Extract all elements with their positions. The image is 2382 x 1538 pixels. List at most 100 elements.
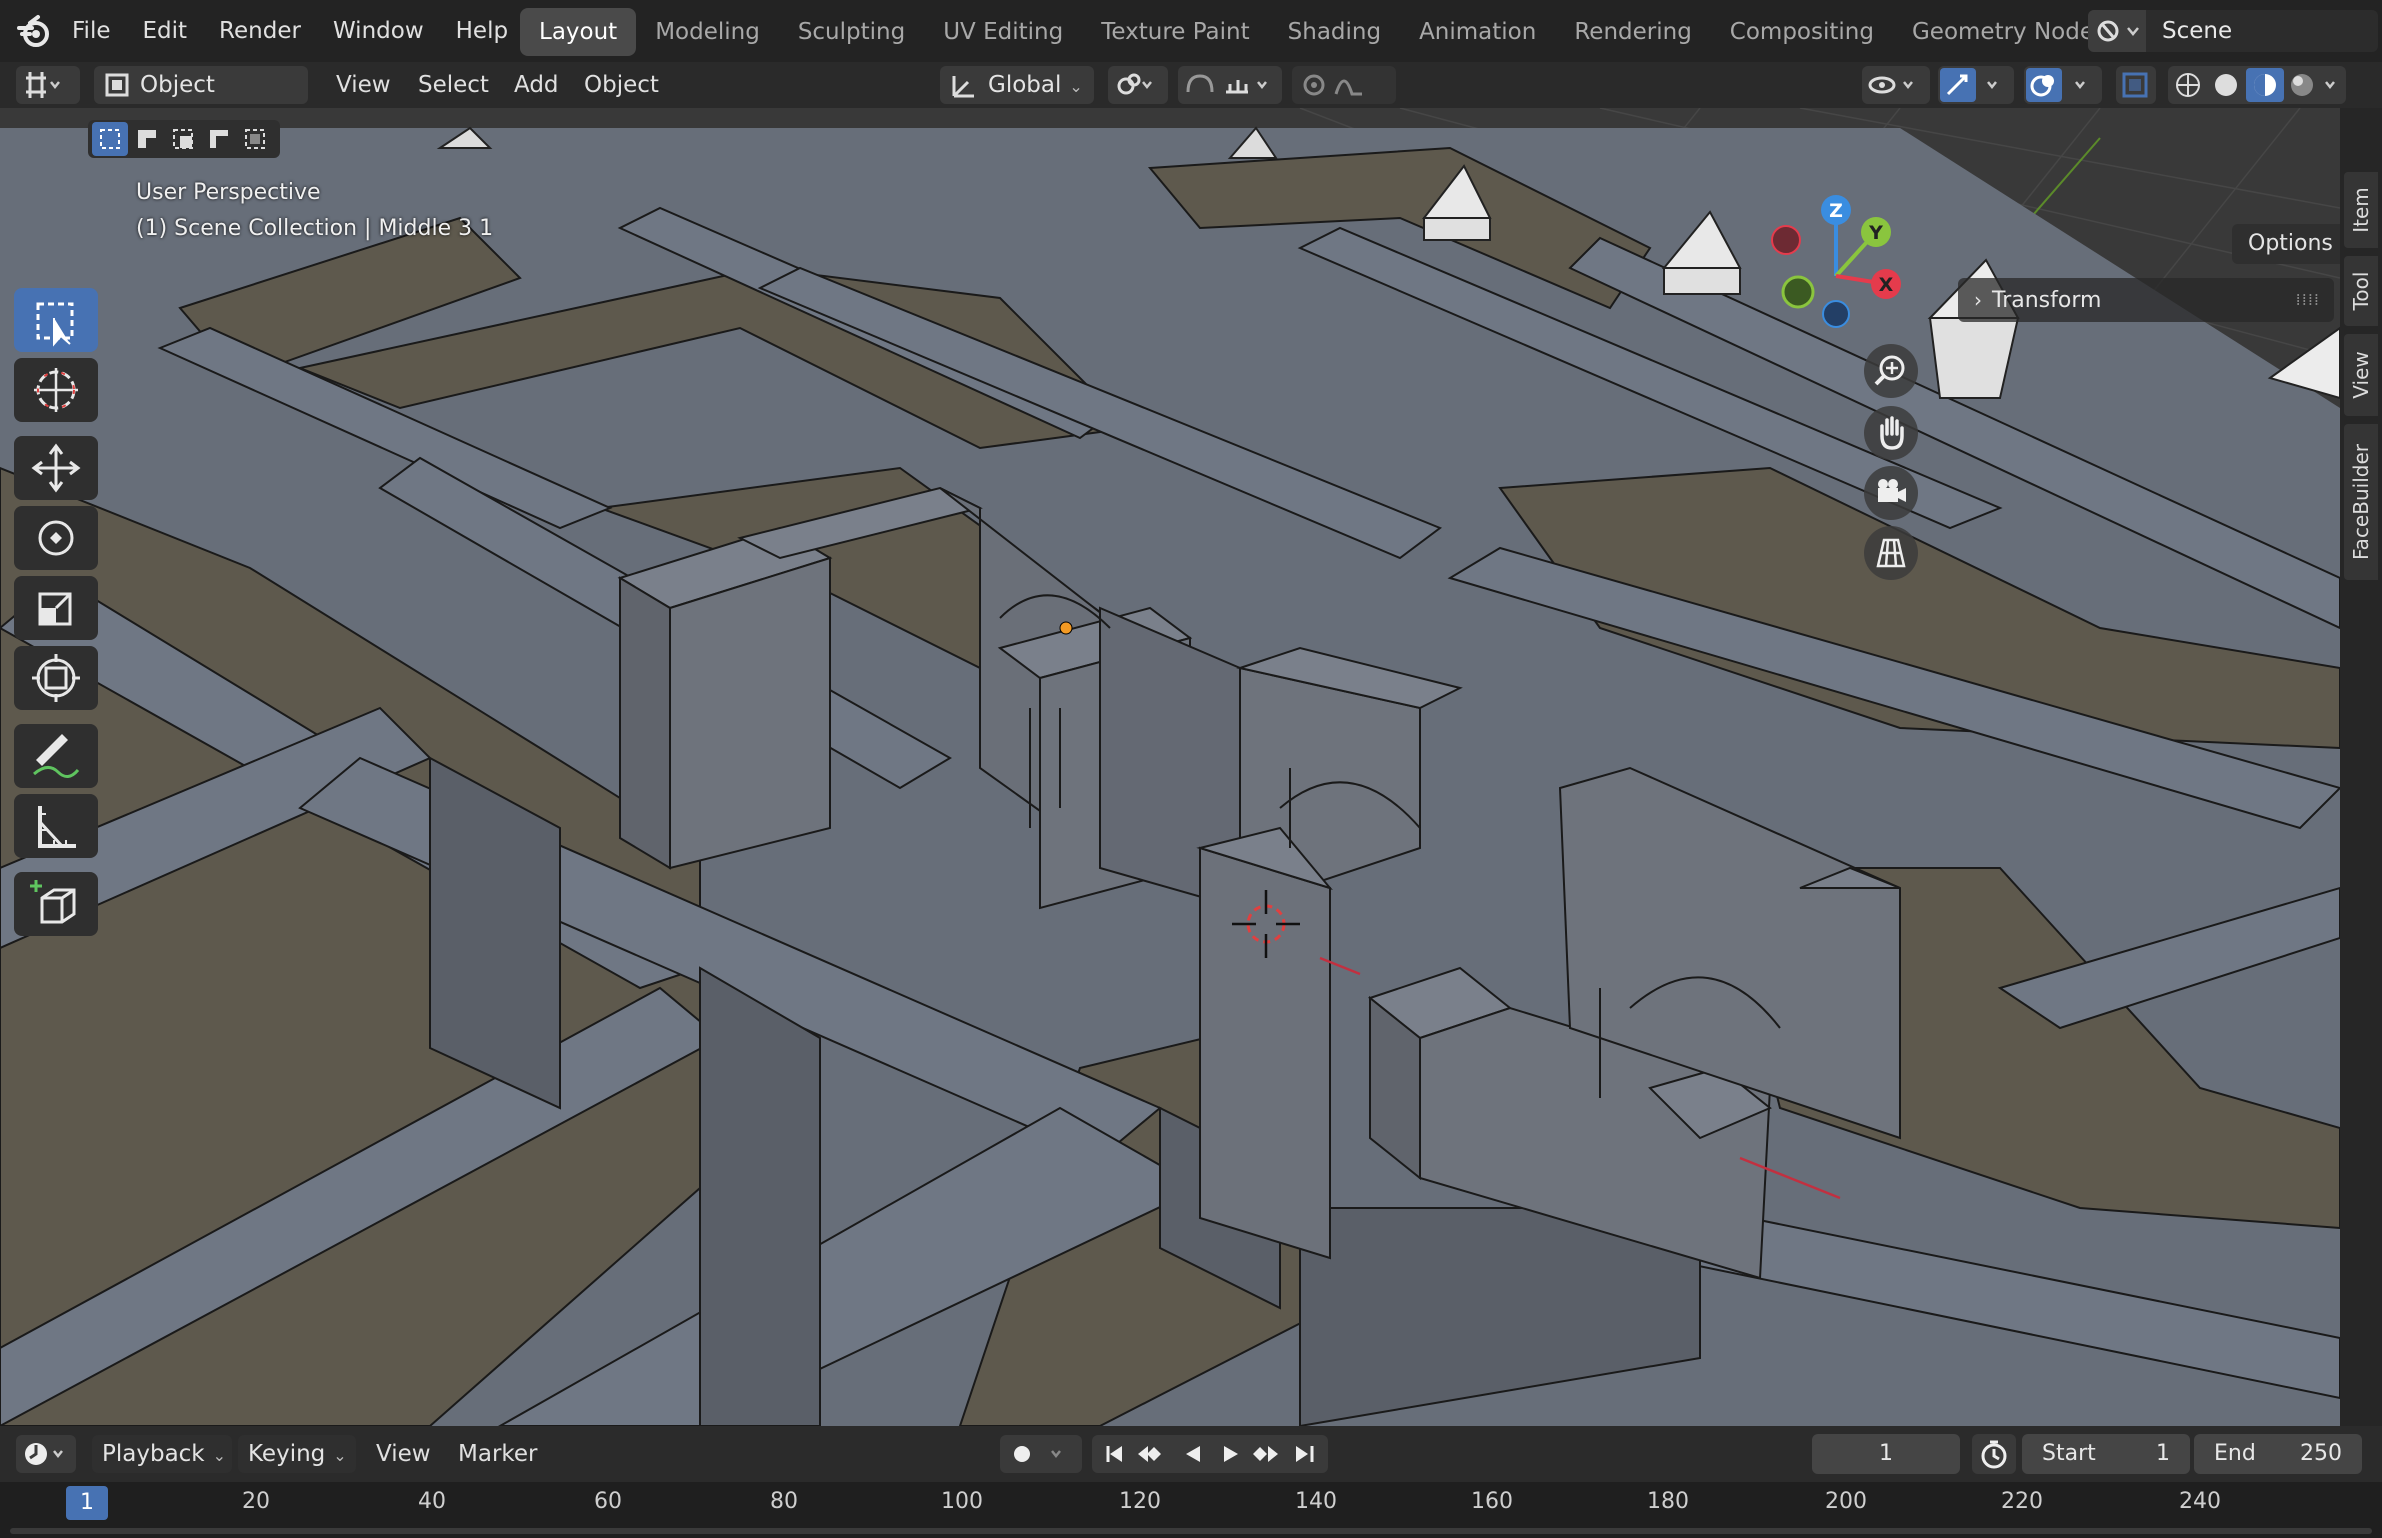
jump-start-icon[interactable]: [1106, 1446, 1122, 1462]
viewport-header: Object Mode⌄ View Select Add Object Glob…: [0, 62, 2382, 136]
prev-keyframe-icon[interactable]: [1138, 1446, 1172, 1462]
sidebar-tab-item[interactable]: Item: [2344, 172, 2378, 248]
next-keyframe-icon[interactable]: [1253, 1446, 1278, 1462]
snap-controls[interactable]: [1178, 66, 1282, 104]
menu-file[interactable]: File: [56, 18, 127, 44]
add-cube-icon: [30, 880, 76, 924]
zoom-button[interactable]: [1864, 344, 1918, 398]
hand-icon: [1880, 416, 1904, 450]
blender-logo-icon[interactable]: [16, 14, 52, 50]
tab-animation[interactable]: Animation: [1400, 8, 1555, 56]
tab-compositing[interactable]: Compositing: [1711, 8, 1893, 56]
sidebar-tab-facebuilder[interactable]: FaceBuilder: [2344, 424, 2378, 580]
menu-window[interactable]: Window: [317, 18, 440, 44]
eye-icon: [1868, 76, 1913, 94]
ruler-tick: 40: [418, 1489, 446, 1514]
menu-render[interactable]: Render: [203, 18, 317, 44]
tab-modeling[interactable]: Modeling: [636, 8, 779, 56]
timeline-scrollbar[interactable]: [10, 1528, 2372, 1534]
menu-help[interactable]: Help: [440, 18, 524, 44]
drag-handle-icon[interactable]: ⁞⁞⁞⁞: [2296, 278, 2320, 322]
timeline-editor-type[interactable]: [16, 1435, 76, 1473]
editor-type-dropdown[interactable]: [16, 66, 80, 104]
tab-uv-editing[interactable]: UV Editing: [924, 8, 1082, 56]
sidebar-tab-view[interactable]: View: [2344, 334, 2378, 416]
shading-mode-buttons[interactable]: [2168, 66, 2346, 104]
add-cube-tool[interactable]: [14, 872, 98, 936]
scene-icon[interactable]: [2088, 10, 2146, 52]
playback-menu[interactable]: Playback ⌄: [92, 1435, 232, 1473]
sidebar-tab-tool[interactable]: Tool: [2344, 256, 2378, 326]
start-frame-field[interactable]: Start 1: [2022, 1434, 2190, 1474]
rotate-tool[interactable]: [14, 506, 98, 570]
move-icon: [31, 443, 81, 493]
scale-tool[interactable]: [14, 576, 98, 640]
ruler-tick: 100: [941, 1489, 983, 1514]
cursor-tool[interactable]: [14, 358, 98, 422]
ruler-tick: 180: [1647, 1489, 1689, 1514]
perspective-toggle-button[interactable]: [1864, 526, 1918, 580]
header-menu-select[interactable]: Select: [418, 62, 489, 108]
overlay-dropdown[interactable]: [2024, 66, 2102, 104]
orientation-dropdown[interactable]: Global ⌄: [940, 66, 1094, 104]
mode-dropdown[interactable]: Object Mode⌄: [94, 66, 308, 136]
measure-tool[interactable]: [14, 794, 98, 858]
move-tool[interactable]: [14, 436, 98, 500]
proportional-edit-icon: [1303, 74, 1362, 96]
workspace-tabs: Layout Modeling Sculpting UV Editing Tex…: [520, 8, 2125, 56]
chevron-down-icon: ⌄: [333, 1446, 347, 1465]
options-dropdown[interactable]: Options⌄: [2232, 224, 2340, 264]
header-menu-view[interactable]: View: [336, 62, 391, 108]
editor-type-icon: [26, 72, 60, 98]
header-menu-add[interactable]: Add: [514, 62, 559, 108]
rotate-icon: [38, 520, 74, 556]
jump-end-icon[interactable]: [1296, 1446, 1314, 1462]
timeline-header: Playback ⌄ Keying ⌄ View Marker 1 Start 1 …: [0, 1426, 2382, 1482]
keying-menu[interactable]: Keying ⌄: [238, 1435, 356, 1473]
scene-name[interactable]: Scene: [2162, 10, 2232, 52]
transform-tool[interactable]: [14, 646, 98, 710]
scene-selector[interactable]: Scene: [2088, 10, 2378, 52]
preview-range-toggle[interactable]: [1972, 1434, 2016, 1474]
overlay-icon: [2026, 68, 2085, 102]
record-icon: [1014, 1446, 1061, 1462]
ruler-tick: 160: [1471, 1489, 1513, 1514]
shading-icons: [2176, 68, 2335, 102]
play-reverse-icon[interactable]: [1186, 1446, 1200, 1462]
timeline-view-menu[interactable]: View: [376, 1431, 431, 1477]
select-box-tool[interactable]: [14, 288, 98, 352]
end-frame-field[interactable]: End 250: [2194, 1434, 2362, 1474]
header-menu-object[interactable]: Object: [584, 62, 659, 108]
current-frame-field[interactable]: 1: [1812, 1434, 1960, 1474]
tab-shading[interactable]: Shading: [1269, 8, 1400, 56]
auto-keying[interactable]: [1000, 1435, 1082, 1473]
visibility-dropdown[interactable]: [1862, 66, 1930, 104]
tab-texture-paint[interactable]: Texture Paint: [1082, 8, 1268, 56]
pivot-dropdown[interactable]: [1108, 66, 1168, 104]
snap-icon: [1186, 74, 1267, 94]
select-mode-icons[interactable]: [88, 120, 280, 158]
gizmo-dropdown[interactable]: [1938, 66, 2014, 104]
start-value: 1: [2156, 1441, 2170, 1466]
pan-button[interactable]: [1864, 406, 1918, 460]
tab-rendering[interactable]: Rendering: [1555, 8, 1710, 56]
play-icon[interactable]: [1224, 1446, 1238, 1462]
xray-toggle[interactable]: [2116, 66, 2156, 104]
tab-sculpting[interactable]: Sculpting: [779, 8, 924, 56]
proportional-edit[interactable]: [1292, 66, 1396, 104]
scale-icon: [38, 592, 72, 626]
menu-edit[interactable]: Edit: [127, 18, 204, 44]
transform-label: Transform: [1992, 288, 2102, 313]
measure-icon: [38, 806, 76, 848]
playhead-frame[interactable]: 1: [66, 1486, 108, 1520]
orientation-label: Global: [988, 72, 1062, 98]
3d-viewport[interactable]: Z Y X User Perspective (1) Scene Collect…: [0, 108, 2340, 1426]
tab-layout[interactable]: Layout: [520, 8, 637, 56]
transform-panel-header[interactable]: › Transform ⁞⁞⁞⁞: [1958, 278, 2334, 322]
annotate-tool[interactable]: [14, 724, 98, 788]
timeline-marker-menu[interactable]: Marker: [458, 1431, 538, 1477]
timeline-ruler[interactable]: 1 20 40 60 80 100 120 140 160 180 200 22…: [0, 1482, 2382, 1538]
orientation-icon: [952, 76, 974, 98]
stopwatch-icon: [1981, 1440, 2007, 1469]
camera-view-button[interactable]: [1864, 466, 1918, 520]
